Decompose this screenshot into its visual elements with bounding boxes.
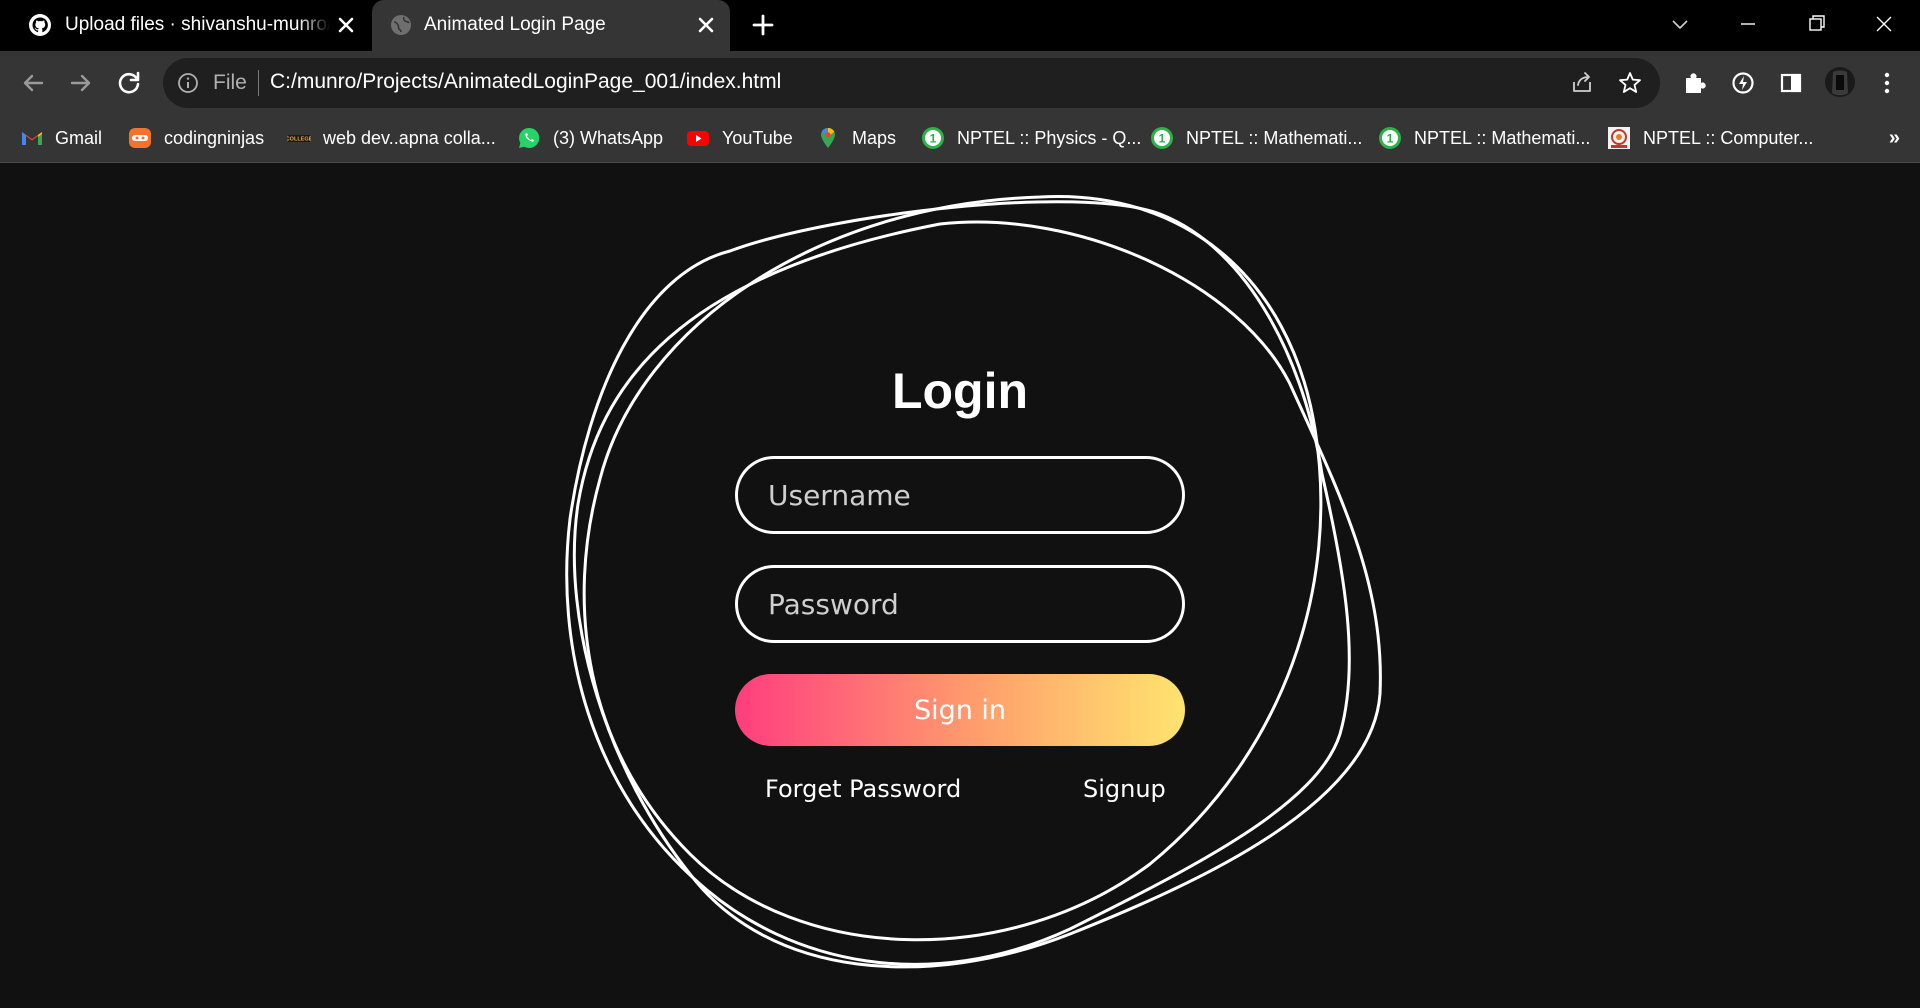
new-tab-plus-icon[interactable] (749, 11, 777, 39)
browser-toolbar: File C:/munro/Projects/AnimatedLoginPage… (0, 51, 1920, 115)
restore-icon[interactable] (1800, 10, 1832, 38)
apna-college-icon: COLLEGE (287, 135, 311, 143)
tab-title: Upload files · shivanshu-munro/A (65, 14, 330, 35)
github-icon (29, 14, 51, 36)
bookmark-nptel-physics[interactable]: 1 NPTEL :: Physics - Q... (921, 123, 1141, 153)
info-icon[interactable] (177, 72, 199, 94)
forgot-password-link[interactable]: Forget Password (765, 775, 961, 803)
sign-in-button[interactable]: Sign in (735, 674, 1185, 746)
bookmark-nptel-math-1[interactable]: 1 NPTEL :: Mathemati... (1150, 123, 1362, 153)
bookmark-nptel-math-2[interactable]: 1 NPTEL :: Mathemati... (1378, 123, 1590, 153)
bookmark-star-icon[interactable] (1617, 70, 1643, 96)
bookmark-youtube[interactable]: YouTube (686, 123, 793, 153)
reload-icon[interactable] (113, 67, 145, 99)
bookmark-gmail[interactable]: Gmail (20, 123, 102, 153)
globe-icon (391, 15, 411, 35)
bookmark-label: Maps (852, 127, 897, 148)
signup-link[interactable]: Signup (1083, 775, 1166, 803)
bookmark-label: YouTube (722, 127, 793, 148)
nptel-computer-icon (1608, 127, 1630, 149)
password-input[interactable] (768, 568, 1158, 640)
tab-title: Animated Login Page (424, 14, 606, 35)
login-title: Login (891, 363, 1029, 419)
bookmark-label: NPTEL :: Mathemati... (1414, 127, 1591, 148)
bookmark-label: (3) WhatsApp (553, 127, 664, 148)
close-icon[interactable] (694, 13, 718, 37)
bookmark-label: NPTEL :: Physics - Q... (957, 127, 1142, 148)
username-field[interactable] (735, 456, 1185, 534)
nptel-icon: 1 (1379, 127, 1401, 149)
bookmark-nptel-computer[interactable]: NPTEL :: Computer... (1607, 123, 1813, 153)
svg-text:1: 1 (1159, 132, 1166, 146)
bookmark-label: codingninjas (164, 127, 265, 148)
gmail-icon (22, 132, 42, 145)
share-icon[interactable] (1569, 70, 1595, 96)
svg-text:1: 1 (930, 132, 937, 146)
omnibox-divider (258, 70, 259, 96)
tab-animated-login-page[interactable]: Animated Login Page (372, 0, 730, 51)
bookmark-label: NPTEL :: Mathemati... (1186, 127, 1363, 148)
scheme-label: File (213, 71, 247, 94)
extensions-puzzle-icon[interactable] (1681, 69, 1709, 97)
bookmark-codingninjas[interactable]: codingninjas (128, 123, 264, 153)
bookmark-label: Gmail (55, 127, 103, 148)
menu-kebab-icon[interactable] (1873, 69, 1901, 97)
nptel-icon: 1 (922, 127, 944, 149)
forward-arrow-icon[interactable] (65, 67, 97, 99)
maps-icon (821, 128, 835, 148)
back-arrow-icon[interactable] (17, 67, 49, 99)
tab-strip: Upload files · shivanshu-munro/A Animate… (0, 0, 1920, 51)
address-bar[interactable]: File C:/munro/Projects/AnimatedLoginPage… (163, 58, 1660, 108)
close-window-icon[interactable] (1868, 10, 1900, 38)
bookmark-label: web dev..apna colla... (323, 127, 496, 148)
whatsapp-icon (519, 127, 540, 148)
username-input[interactable] (768, 459, 1158, 531)
tab-upload-files[interactable]: Upload files · shivanshu-munro/A (0, 0, 370, 51)
performance-icon[interactable] (1729, 69, 1757, 97)
bookmark-apna-college[interactable]: COLLEGE web dev..apna colla... (287, 123, 496, 153)
svg-text:1: 1 (1387, 132, 1394, 146)
side-panel-icon[interactable] (1777, 69, 1805, 97)
minimize-icon[interactable] (1732, 10, 1764, 38)
bookmark-maps[interactable]: Maps (816, 123, 896, 153)
login-page: Login Sign in Forget Password Signup (0, 164, 1920, 1008)
url-text[interactable]: C:/munro/Projects/AnimatedLoginPage_001/… (270, 70, 781, 94)
bookmark-label: NPTEL :: Computer... (1643, 127, 1814, 148)
profile-avatar[interactable] (1824, 66, 1856, 98)
bookmarks-bar: Gmail codingninjas COLLEGE web dev..apna… (0, 115, 1920, 163)
bookmarks-overflow-chevron[interactable]: » (1889, 127, 1900, 150)
youtube-icon (687, 131, 709, 146)
password-field[interactable] (735, 565, 1185, 643)
codingninjas-icon (129, 128, 151, 148)
tab-search-chevron-icon[interactable] (1664, 10, 1696, 38)
nptel-icon: 1 (1151, 127, 1173, 149)
svg-text:COLLEGE: COLLEGE (287, 137, 311, 143)
close-icon[interactable] (334, 13, 358, 37)
bookmark-whatsapp[interactable]: (3) WhatsApp (517, 123, 663, 153)
